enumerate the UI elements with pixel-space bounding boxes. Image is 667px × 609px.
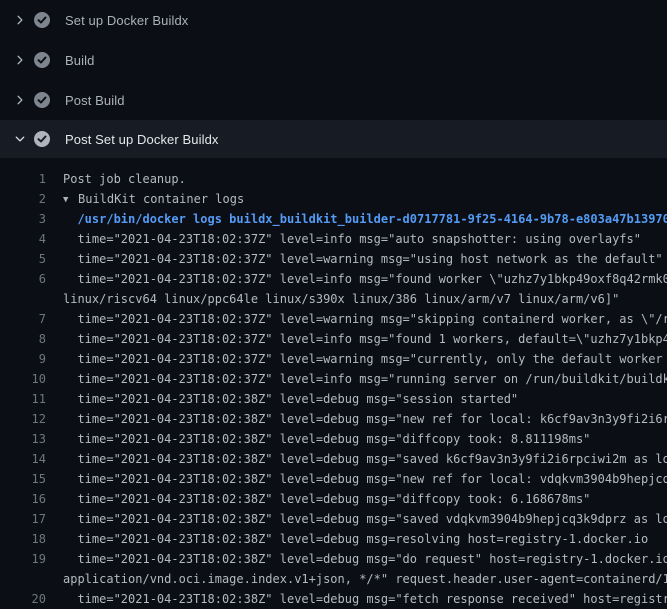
log-line-number[interactable]: 1 <box>0 169 46 189</box>
log-line: 1Post job cleanup. <box>0 169 667 189</box>
step-label: Set up Docker Buildx <box>65 13 188 28</box>
log-text: time="2021-04-23T18:02:38Z" level=debug … <box>46 529 648 549</box>
log-line-number[interactable]: 4 <box>0 229 46 249</box>
log-line: linux/riscv64 linux/ppc64le linux/s390x … <box>0 289 667 309</box>
log-line: 19 time="2021-04-23T18:02:38Z" level=deb… <box>0 549 667 569</box>
log-line: 14 time="2021-04-23T18:02:38Z" level=deb… <box>0 449 667 469</box>
log-viewer: 1Post job cleanup.2▼BuildKit container l… <box>0 158 667 609</box>
check-circle-icon <box>34 52 50 68</box>
triangle-down-icon[interactable]: ▼ <box>63 190 78 209</box>
log-line: 8 time="2021-04-23T18:02:37Z" level=info… <box>0 329 667 349</box>
log-line: 20 time="2021-04-23T18:02:38Z" level=deb… <box>0 589 667 609</box>
log-line-number[interactable]: 13 <box>0 429 46 449</box>
log-text: time="2021-04-23T18:02:38Z" level=debug … <box>46 509 667 529</box>
log-line-number[interactable]: 10 <box>0 369 46 389</box>
chevron-right-icon <box>12 92 28 108</box>
log-line: 17 time="2021-04-23T18:02:38Z" level=deb… <box>0 509 667 529</box>
log-line-number <box>0 569 46 589</box>
log-text: time="2021-04-23T18:02:38Z" level=debug … <box>46 589 667 609</box>
log-line-number[interactable]: 18 <box>0 529 46 549</box>
log-line: 6 time="2021-04-23T18:02:37Z" level=info… <box>0 269 667 289</box>
log-text: time="2021-04-23T18:02:38Z" level=debug … <box>46 549 667 569</box>
log-line-number <box>0 289 46 309</box>
step-header-post-build[interactable]: Post Build <box>0 80 667 120</box>
log-line: 13 time="2021-04-23T18:02:38Z" level=deb… <box>0 429 667 449</box>
step-header-build[interactable]: Build <box>0 40 667 80</box>
log-text: Post job cleanup. <box>46 169 186 189</box>
log-line-number[interactable]: 7 <box>0 309 46 329</box>
log-text: time="2021-04-23T18:02:38Z" level=debug … <box>46 449 667 469</box>
log-text: time="2021-04-23T18:02:37Z" level=warnin… <box>46 249 663 269</box>
log-line-number[interactable]: 14 <box>0 449 46 469</box>
log-text: time="2021-04-23T18:02:38Z" level=debug … <box>46 429 590 449</box>
log-text: linux/riscv64 linux/ppc64le linux/s390x … <box>46 289 619 309</box>
log-line: 12 time="2021-04-23T18:02:38Z" level=deb… <box>0 409 667 429</box>
log-line-number[interactable]: 16 <box>0 489 46 509</box>
step-header-post-set-up-docker-buildx[interactable]: Post Set up Docker Buildx <box>0 120 667 158</box>
log-line: 16 time="2021-04-23T18:02:38Z" level=deb… <box>0 489 667 509</box>
step-header-set-up-docker-buildx[interactable]: Set up Docker Buildx <box>0 0 667 40</box>
log-text: application/vnd.oci.image.index.v1+json,… <box>46 569 667 589</box>
log-line-number[interactable]: 5 <box>0 249 46 269</box>
log-text: time="2021-04-23T18:02:37Z" level=warnin… <box>46 349 667 369</box>
log-line-number[interactable]: 17 <box>0 509 46 529</box>
log-text: time="2021-04-23T18:02:38Z" level=debug … <box>46 489 590 509</box>
log-text: time="2021-04-23T18:02:37Z" level=info m… <box>46 269 667 289</box>
step-label: Post Build <box>65 93 125 108</box>
log-command-text: /usr/bin/docker logs buildx_buildkit_bui… <box>46 209 667 229</box>
log-text: time="2021-04-23T18:02:38Z" level=debug … <box>46 409 667 429</box>
check-circle-icon <box>34 131 50 147</box>
chevron-right-icon <box>12 12 28 28</box>
log-line: 4 time="2021-04-23T18:02:37Z" level=info… <box>0 229 667 249</box>
log-text: time="2021-04-23T18:02:38Z" level=debug … <box>46 389 518 409</box>
log-line-number[interactable]: 19 <box>0 549 46 569</box>
check-circle-icon <box>34 92 50 108</box>
log-text: time="2021-04-23T18:02:37Z" level=info m… <box>46 229 641 249</box>
log-line-number[interactable]: 3 <box>0 209 46 229</box>
log-text: time="2021-04-23T18:02:37Z" level=info m… <box>46 329 667 349</box>
log-line: 3 /usr/bin/docker logs buildx_buildkit_b… <box>0 209 667 229</box>
log-line: 2▼BuildKit container logs <box>0 189 667 209</box>
log-line-number[interactable]: 12 <box>0 409 46 429</box>
log-line-number[interactable]: 8 <box>0 329 46 349</box>
chevron-right-icon <box>12 52 28 68</box>
log-line-number[interactable]: 9 <box>0 349 46 369</box>
step-label: Post Set up Docker Buildx <box>65 132 219 147</box>
steps-list: Set up Docker Buildx Build Post Build Po… <box>0 0 667 158</box>
log-line: 18 time="2021-04-23T18:02:38Z" level=deb… <box>0 529 667 549</box>
log-line-number[interactable]: 2 <box>0 189 46 209</box>
log-text: time="2021-04-23T18:02:38Z" level=debug … <box>46 469 667 489</box>
check-circle-icon <box>34 12 50 28</box>
log-line-number[interactable]: 11 <box>0 389 46 409</box>
log-line: 9 time="2021-04-23T18:02:37Z" level=warn… <box>0 349 667 369</box>
log-line: 10 time="2021-04-23T18:02:37Z" level=inf… <box>0 369 667 389</box>
step-label: Build <box>65 53 94 68</box>
log-line-number[interactable]: 6 <box>0 269 46 289</box>
log-line: application/vnd.oci.image.index.v1+json,… <box>0 569 667 589</box>
log-text: time="2021-04-23T18:02:37Z" level=warnin… <box>46 309 667 329</box>
log-line: 5 time="2021-04-23T18:02:37Z" level=warn… <box>0 249 667 269</box>
log-line: 15 time="2021-04-23T18:02:38Z" level=deb… <box>0 469 667 489</box>
log-line-number[interactable]: 15 <box>0 469 46 489</box>
log-line-number[interactable]: 20 <box>0 589 46 609</box>
chevron-down-icon <box>12 131 28 147</box>
log-group-toggle[interactable]: ▼BuildKit container logs <box>46 189 244 209</box>
log-text: time="2021-04-23T18:02:37Z" level=info m… <box>46 369 667 389</box>
log-line: 7 time="2021-04-23T18:02:37Z" level=warn… <box>0 309 667 329</box>
log-line: 11 time="2021-04-23T18:02:38Z" level=deb… <box>0 389 667 409</box>
